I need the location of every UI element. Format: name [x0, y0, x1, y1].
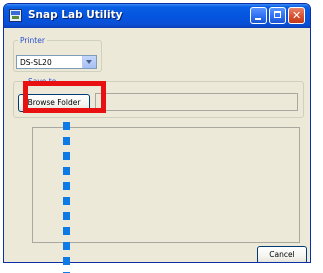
minimize-button[interactable]	[250, 7, 267, 24]
maximize-icon	[274, 11, 281, 18]
printer-dropdown-button[interactable]	[82, 56, 96, 68]
maximize-button[interactable]	[269, 7, 286, 24]
window-title: Snap Lab Utility	[28, 9, 123, 21]
title-bar[interactable]: Snap Lab Utility ✕	[4, 4, 310, 28]
app-icon	[9, 9, 22, 22]
chevron-down-icon	[86, 60, 92, 64]
printer-select[interactable]: DS-SL20	[16, 55, 97, 69]
close-button[interactable]: ✕	[288, 7, 305, 24]
highlight-box	[23, 81, 106, 113]
close-icon: ✕	[292, 9, 302, 22]
printer-group-label: Printer	[18, 36, 47, 45]
dotted-guide-line	[63, 122, 70, 273]
content-panel	[32, 127, 300, 243]
minimize-icon	[255, 18, 261, 20]
save-path-field[interactable]	[95, 93, 298, 111]
cancel-button[interactable]: Cancel	[257, 246, 307, 262]
printer-select-value: DS-SL20	[20, 58, 52, 67]
app-window: Snap Lab Utility ✕ Printer DS-SL20 Save …	[3, 3, 311, 263]
